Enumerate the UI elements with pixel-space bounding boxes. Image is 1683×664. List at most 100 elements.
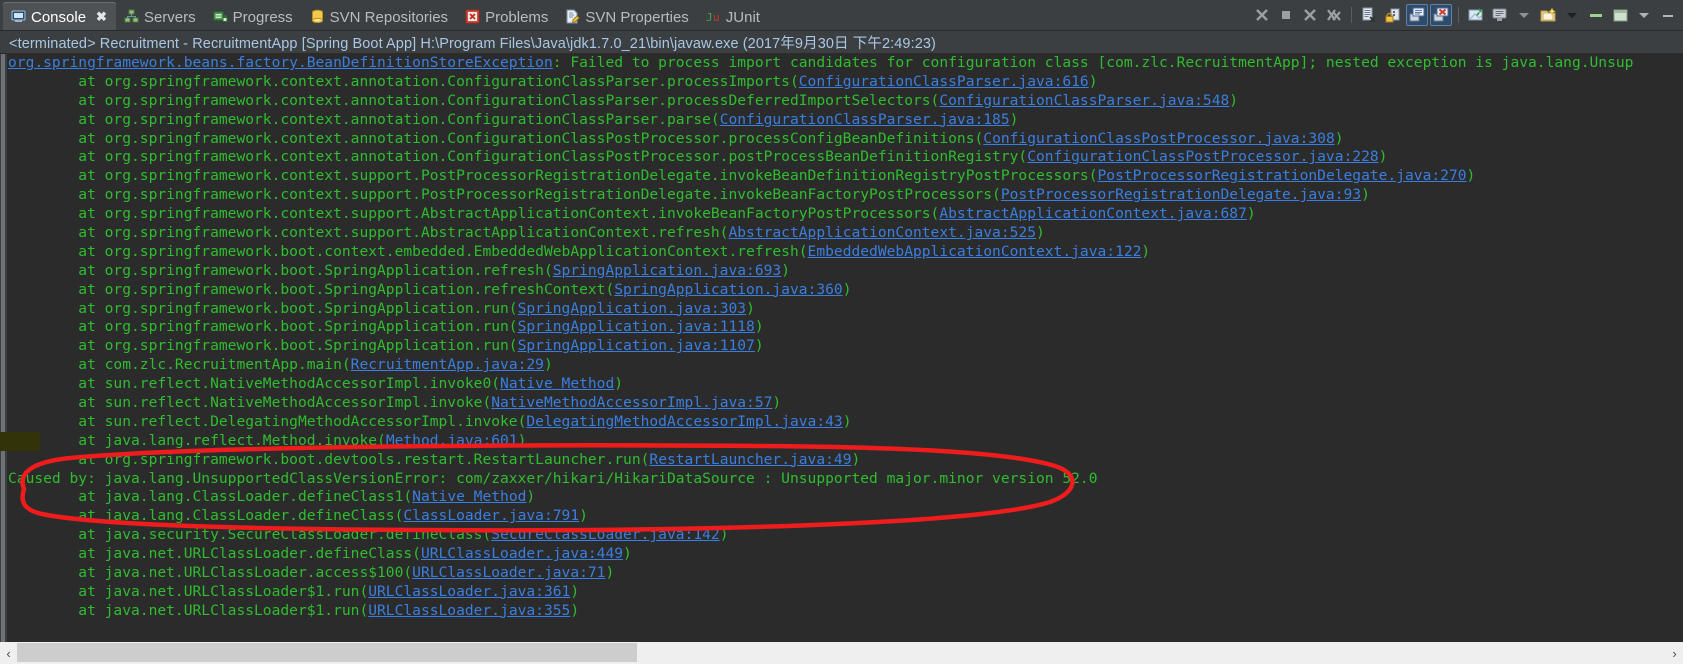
- source-link[interactable]: URLClassLoader.java:449: [421, 545, 623, 562]
- stop-icon[interactable]: [1275, 4, 1297, 26]
- stack-frame-line[interactable]: at java.lang.reflect.Method.invoke(Metho…: [8, 432, 1683, 451]
- console-output-area[interactable]: org.springframework.beans.factory.BeanDe…: [0, 54, 1683, 644]
- tab-progress[interactable]: Progress: [205, 2, 302, 30]
- source-link[interactable]: SpringApplication.java:1118: [518, 318, 755, 335]
- stack-frame-close: ): [1089, 73, 1098, 90]
- stack-frame-line[interactable]: at org.springframework.boot.SpringApplic…: [8, 318, 1683, 337]
- source-link[interactable]: RestartLauncher.java:49: [649, 451, 851, 468]
- caused-by-line[interactable]: Caused by: java.lang.UnsupportedClassVer…: [8, 470, 1683, 489]
- stack-frame-text: at org.springframework.boot.SpringApplic…: [8, 281, 614, 298]
- open-console-dropdown-icon[interactable]: [1561, 4, 1583, 26]
- show-console-on-output-icon[interactable]: [1406, 4, 1428, 26]
- source-link[interactable]: AbstractApplicationContext.java:687: [939, 205, 1247, 222]
- view-menu-icon[interactable]: [1633, 4, 1655, 26]
- source-link[interactable]: SpringApplication.java:303: [518, 300, 746, 317]
- svg-text:J: J: [706, 11, 713, 24]
- stack-frame-line[interactable]: at org.springframework.boot.SpringApplic…: [8, 281, 1683, 300]
- stack-frame-line[interactable]: at java.lang.ClassLoader.defineClass(Cla…: [8, 507, 1683, 526]
- view-minimize-icon[interactable]: [1657, 4, 1679, 26]
- tab-junit[interactable]: JuJUnit: [698, 2, 769, 30]
- open-console-icon[interactable]: [1537, 4, 1559, 26]
- stack-frame-line[interactable]: at org.springframework.boot.devtools.res…: [8, 451, 1683, 470]
- source-link[interactable]: ConfigurationClassParser.java:185: [720, 111, 1010, 128]
- stack-frame-line[interactable]: at org.springframework.boot.context.embe…: [8, 243, 1683, 262]
- terminate-icon[interactable]: [1251, 4, 1273, 26]
- source-link[interactable]: URLClassLoader.java:355: [368, 602, 570, 619]
- pin-console-icon[interactable]: [1465, 4, 1487, 26]
- tab-svn-properties[interactable]: SVN Properties: [557, 2, 697, 30]
- display-dropdown-icon[interactable]: [1513, 4, 1535, 26]
- source-link[interactable]: AbstractApplicationContext.java:525: [728, 224, 1036, 241]
- tab-servers[interactable]: Servers: [116, 2, 205, 30]
- source-link[interactable]: ConfigurationClassParser.java:616: [799, 73, 1089, 90]
- stack-frame-line[interactable]: at sun.reflect.NativeMethodAccessorImpl.…: [8, 375, 1683, 394]
- close-icon[interactable]: ✖: [96, 10, 107, 23]
- clear-console-icon[interactable]: [1358, 4, 1380, 26]
- stack-frame-line[interactable]: at org.springframework.context.annotatio…: [8, 111, 1683, 130]
- remove-launch-icon[interactable]: [1299, 4, 1321, 26]
- tab-console[interactable]: Console✖: [3, 2, 116, 30]
- tab-svn-repositories[interactable]: SVN Repositories: [302, 2, 457, 30]
- display-selected-console-icon[interactable]: [1489, 4, 1511, 26]
- stack-frame-line[interactable]: at org.springframework.context.support.P…: [8, 186, 1683, 205]
- source-link[interactable]: URLClassLoader.java:361: [368, 583, 570, 600]
- stack-frame-close: ): [843, 413, 852, 430]
- stack-frame-line[interactable]: at org.springframework.boot.SpringApplic…: [8, 337, 1683, 356]
- stack-frame-line[interactable]: at java.net.URLClassLoader$1.run(URLClas…: [8, 602, 1683, 621]
- source-link[interactable]: SpringApplication.java:693: [553, 262, 781, 279]
- stack-frame-text: at java.net.URLClassLoader$1.run(: [8, 602, 368, 619]
- source-link[interactable]: ConfigurationClassPostProcessor.java:308: [983, 130, 1334, 147]
- lock-scroll-icon[interactable]: [1382, 4, 1404, 26]
- exception-header-line[interactable]: org.springframework.beans.factory.BeanDe…: [8, 54, 1683, 73]
- source-link[interactable]: ClassLoader.java:791: [403, 507, 579, 524]
- stack-frame-line[interactable]: at org.springframework.boot.SpringApplic…: [8, 262, 1683, 281]
- source-link[interactable]: ConfigurationClassPostProcessor.java:228: [1027, 148, 1378, 165]
- stack-frame-line[interactable]: at java.lang.ClassLoader.defineClass1(Na…: [8, 488, 1683, 507]
- stack-frame-line[interactable]: at java.net.URLClassLoader.defineClass(U…: [8, 545, 1683, 564]
- source-link[interactable]: SpringApplication.java:360: [614, 281, 842, 298]
- source-link[interactable]: NativeMethodAccessorImpl.java:57: [491, 394, 772, 411]
- stack-frame-line[interactable]: at org.springframework.boot.SpringApplic…: [8, 300, 1683, 319]
- stack-frame-line[interactable]: at org.springframework.context.support.A…: [8, 224, 1683, 243]
- stack-frame-text: at java.lang.ClassLoader.defineClass1(: [8, 488, 412, 505]
- stack-frame-line[interactable]: at org.springframework.context.support.A…: [8, 205, 1683, 224]
- source-link[interactable]: EmbeddedWebApplicationContext.java:122: [808, 243, 1142, 260]
- stack-frame-line[interactable]: at sun.reflect.NativeMethodAccessorImpl.…: [8, 394, 1683, 413]
- show-console-on-error-icon[interactable]: [1430, 4, 1452, 26]
- stack-frame-text: at java.net.URLClassLoader.access$100(: [8, 564, 412, 581]
- exception-class-link: org.springframework.beans.factory.BeanDe…: [8, 54, 553, 71]
- source-link[interactable]: ConfigurationClassParser.java:548: [939, 92, 1229, 109]
- scroll-left-arrow[interactable]: ‹: [0, 642, 17, 664]
- stack-frame-line[interactable]: at org.springframework.context.annotatio…: [8, 92, 1683, 111]
- tab-problems[interactable]: Problems: [457, 2, 557, 30]
- source-link[interactable]: Native Method: [412, 488, 526, 505]
- stack-frame-line[interactable]: at org.springframework.context.annotatio…: [8, 130, 1683, 149]
- stack-frame-line[interactable]: at com.zlc.RecruitmentApp.main(Recruitme…: [8, 356, 1683, 375]
- source-link[interactable]: DelegatingMethodAccessorImpl.java:43: [526, 413, 842, 430]
- stack-frame-line[interactable]: at java.net.URLClassLoader.access$100(UR…: [8, 564, 1683, 583]
- stack-frame-line[interactable]: at org.springframework.context.annotatio…: [8, 148, 1683, 167]
- horizontal-scrollbar[interactable]: ‹ ›: [0, 642, 1683, 664]
- source-link[interactable]: PostProcessorRegistrationDelegate.java:2…: [1098, 167, 1467, 184]
- minimize-view-icon[interactable]: [1585, 4, 1607, 26]
- source-link[interactable]: URLClassLoader.java:71: [412, 564, 605, 581]
- source-link[interactable]: SpringApplication.java:1107: [518, 337, 755, 354]
- source-link[interactable]: SecureClassLoader.java:142: [491, 526, 719, 543]
- stack-frame-line[interactable]: at org.springframework.context.annotatio…: [8, 73, 1683, 92]
- scrollbar-thumb[interactable]: [17, 643, 637, 662]
- scroll-right-arrow[interactable]: ›: [1666, 642, 1683, 664]
- maximize-view-icon[interactable]: [1609, 4, 1631, 26]
- remove-all-launches-icon[interactable]: [1323, 4, 1345, 26]
- source-link[interactable]: Native Method: [500, 375, 614, 392]
- source-link[interactable]: RecruitmentApp.java:29: [351, 356, 544, 373]
- scrollbar-track[interactable]: [17, 642, 1666, 664]
- stack-frame-close: ): [623, 545, 632, 562]
- stack-frame-line[interactable]: at java.net.URLClassLoader$1.run(URLClas…: [8, 583, 1683, 602]
- stack-frame-line[interactable]: at sun.reflect.DelegatingMethodAccessorI…: [8, 413, 1683, 432]
- console-text[interactable]: org.springframework.beans.factory.BeanDe…: [8, 54, 1683, 644]
- source-link[interactable]: Method.java:601: [386, 432, 518, 449]
- stack-frame-line[interactable]: at java.security.SecureClassLoader.defin…: [8, 526, 1683, 545]
- stack-frame-line[interactable]: at org.springframework.context.support.P…: [8, 167, 1683, 186]
- source-link[interactable]: PostProcessorRegistrationDelegate.java:9…: [1001, 186, 1361, 203]
- console-gutter: [0, 54, 8, 644]
